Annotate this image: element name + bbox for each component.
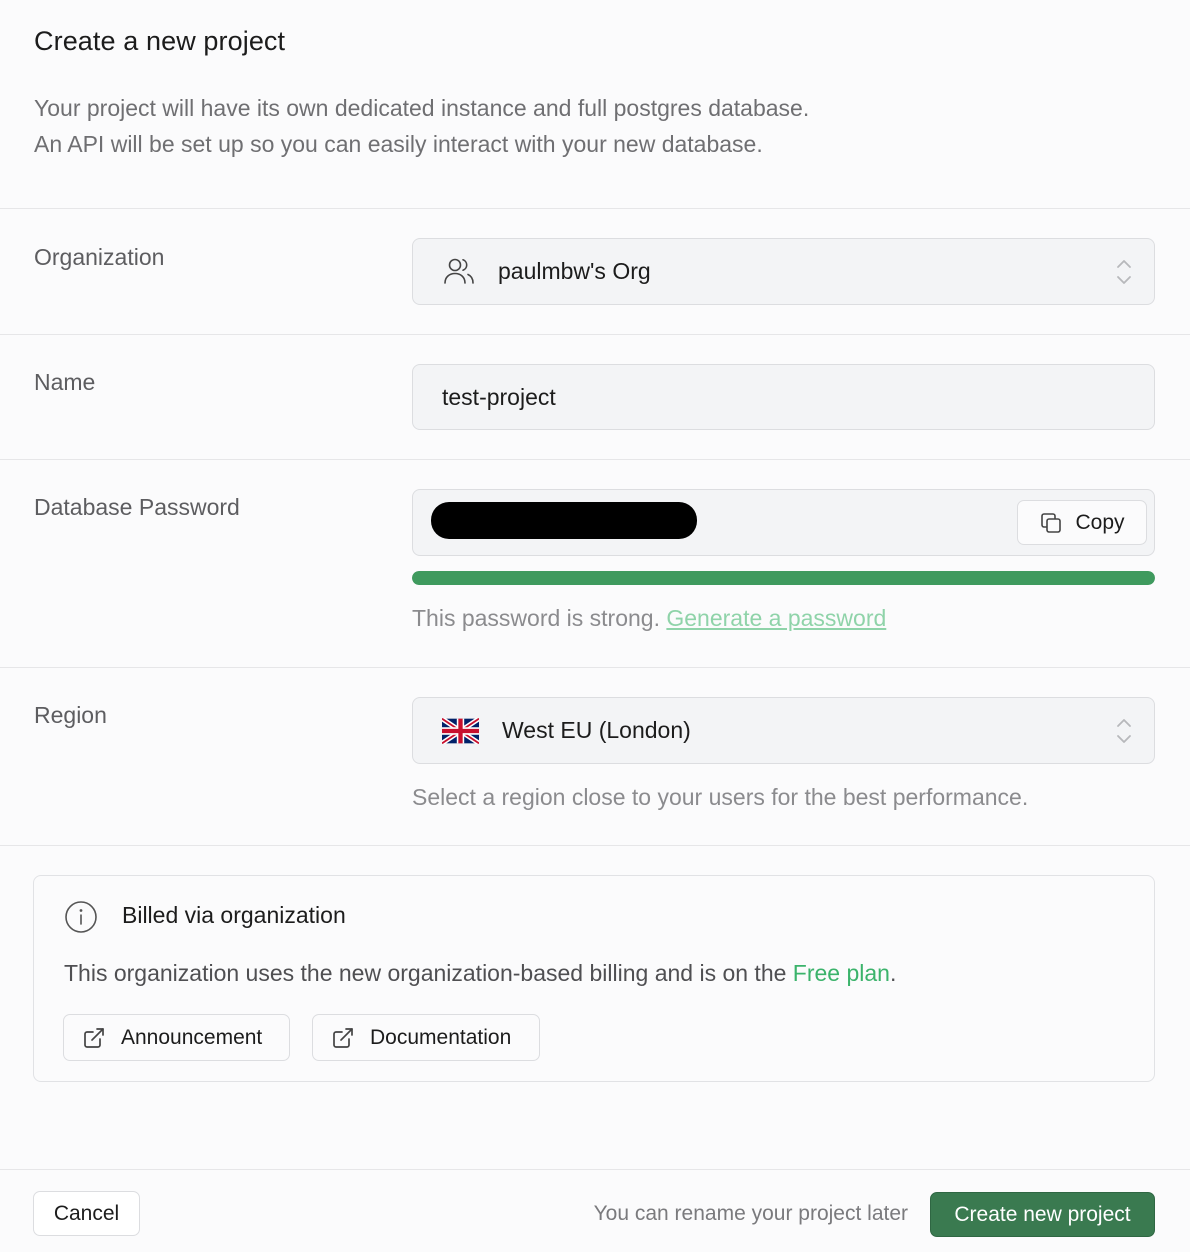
password-input[interactable]: Copy <box>412 489 1155 556</box>
info-icon <box>64 900 98 934</box>
billing-notice: Billed via organization This organizatio… <box>33 875 1155 1082</box>
page-title: Create a new project <box>34 26 286 56</box>
organization-value: paulmbw's Org <box>498 258 651 284</box>
rename-note: You can rename your project later <box>593 1202 908 1225</box>
cancel-button[interactable]: Cancel <box>33 1191 140 1236</box>
announcement-label: Announcement <box>121 1025 263 1049</box>
documentation-label: Documentation <box>370 1025 512 1049</box>
organization-label: Organization <box>34 244 165 270</box>
organization-select[interactable]: paulmbw's Org <box>412 238 1155 305</box>
name-control: test-project <box>412 364 1155 430</box>
free-plan-link[interactable]: Free plan <box>793 960 890 986</box>
region-select[interactable]: West EU (London) <box>412 697 1155 764</box>
region-row: Region West EU (London) Select a region … <box>0 668 1190 846</box>
billing-text-end: . <box>889 960 897 986</box>
name-row: Name test-project <box>0 335 1190 460</box>
organization-row: Organization paulmbw's Org <box>0 209 1190 335</box>
billing-title: Billed via organization <box>122 902 346 928</box>
password-hint: This password is strong. Generate a pass… <box>412 605 1155 632</box>
password-strength-fill <box>412 571 1155 585</box>
page-subtitle: Your project will have its own dedicated… <box>34 90 1156 162</box>
password-strength-text: This password is strong. <box>412 605 660 631</box>
organization-control: paulmbw's Org <box>412 238 1155 305</box>
region-value: West EU (London) <box>502 717 691 743</box>
project-name-input[interactable]: test-project <box>412 364 1155 430</box>
copy-label: Copy <box>1075 510 1125 534</box>
footer: Cancel You can rename your project later… <box>0 1169 1190 1252</box>
password-row: Database Password Copy This password is … <box>0 460 1190 668</box>
users-icon <box>442 257 476 287</box>
external-link-icon <box>83 1027 105 1049</box>
copy-password-button[interactable]: Copy <box>1017 500 1147 545</box>
chevron-up-down-icon <box>1116 716 1132 746</box>
announcement-button[interactable]: Announcement <box>63 1014 290 1061</box>
chevron-up-down-icon <box>1116 257 1132 287</box>
password-label: Database Password <box>34 494 240 520</box>
password-strength-bar <box>412 571 1155 585</box>
region-label: Region <box>34 702 107 728</box>
subtitle-line-2: An API will be set up so you can easily … <box>34 131 763 157</box>
name-label: Name <box>34 369 96 395</box>
billing-text-main: This organization uses the new organizat… <box>64 960 793 986</box>
page-header: Create a new project Your project will h… <box>0 0 1190 209</box>
password-control: Copy This password is strong. Generate a… <box>412 489 1155 632</box>
create-project-page: Create a new project Your project will h… <box>0 0 1190 1252</box>
external-link-icon <box>332 1027 354 1049</box>
uk-flag-icon <box>440 716 481 746</box>
password-masked-value <box>431 502 697 539</box>
project-name-value: test-project <box>442 383 556 410</box>
subtitle-line-1: Your project will have its own dedicated… <box>34 95 810 121</box>
generate-password-link[interactable]: Generate a password <box>666 605 886 631</box>
region-control: West EU (London) Select a region close t… <box>412 697 1155 811</box>
billing-text: This organization uses the new organizat… <box>64 960 896 987</box>
documentation-button[interactable]: Documentation <box>312 1014 540 1061</box>
copy-icon <box>1039 511 1063 535</box>
region-hint: Select a region close to your users for … <box>412 784 1029 810</box>
create-project-button[interactable]: Create new project <box>930 1192 1155 1237</box>
